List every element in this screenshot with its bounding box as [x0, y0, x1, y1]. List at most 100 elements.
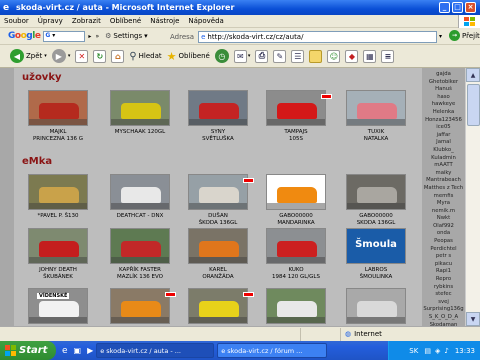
task-button-auta[interactable]: e skoda-virt.cz / auta - ... — [96, 343, 215, 358]
refresh-button[interactable]: ↻ — [93, 49, 107, 63]
user-link[interactable]: Myra — [422, 200, 465, 208]
menu-zobrazit[interactable]: Zobrazit — [72, 17, 101, 25]
user-link[interactable]: petr s — [422, 253, 465, 261]
car-photo[interactable]: VÍDENSKÉ — [28, 288, 88, 324]
user-link[interactable]: Klubko_ — [422, 147, 465, 155]
car-card[interactable]: DEATHCAT - DNX — [102, 174, 178, 220]
car-card[interactable]: DUŠAN ŠKODA 136GL — [180, 174, 256, 227]
user-link[interactable]: Hanuš — [422, 86, 465, 94]
car-card[interactable]: TUXIK NATALKA — [338, 90, 414, 143]
security-shield-icon[interactable]: ◈ — [435, 347, 440, 355]
user-link[interactable]: Perdichtel — [422, 246, 465, 254]
owner-name[interactable]: TUXIK — [338, 129, 414, 136]
car-name[interactable]: ŠKODA 136GL — [180, 220, 256, 227]
user-link[interactable]: Nwkt — [422, 215, 465, 223]
scroll-thumb[interactable] — [467, 84, 480, 126]
car-name[interactable]: NATALKA — [338, 136, 414, 143]
tools-button[interactable]: ▦ — [363, 49, 377, 63]
quicklaunch-desktop-icon[interactable]: ▣ — [74, 346, 82, 355]
car-card[interactable]: VÍDENSKÉ — [20, 288, 96, 324]
car-photo[interactable] — [346, 288, 406, 324]
user-link[interactable]: maiky — [422, 170, 465, 178]
user-link[interactable]: Surprising136g — [422, 306, 465, 314]
volume-icon[interactable]: ♪ — [444, 347, 448, 355]
settings-button[interactable]: ⚙ Settings ▾ — [105, 32, 148, 40]
owner-name[interactable]: DUŠAN — [180, 213, 256, 220]
car-card[interactable] — [338, 288, 414, 324]
research-button[interactable]: ◆ — [345, 49, 359, 63]
car-card[interactable] — [102, 288, 178, 324]
user-link[interactable]: Helenka — [422, 109, 465, 117]
car-photo[interactable] — [346, 90, 406, 126]
car-photo[interactable] — [266, 174, 326, 210]
history-button[interactable]: ◷ — [214, 49, 229, 63]
car-name[interactable]: ŠKUBÁNEK — [20, 274, 96, 281]
car-photo[interactable]: Šmoula — [346, 228, 406, 264]
menu-oblibene[interactable]: Oblíbené — [110, 17, 141, 25]
car-card[interactable]: MAJKL PRINCEZNA 136 G — [20, 90, 96, 143]
scroll-down-arrow-icon[interactable]: ▼ — [466, 312, 480, 326]
user-link[interactable]: Š_K_O_D_A — [422, 314, 465, 322]
car-photo[interactable] — [28, 228, 88, 264]
language-indicator[interactable]: SK — [409, 347, 418, 355]
quicklaunch-ie-icon[interactable]: e — [62, 346, 68, 356]
home-button[interactable]: ⌂ — [111, 49, 125, 63]
go-button[interactable]: → Přejít — [449, 30, 480, 41]
car-card[interactable] — [180, 288, 256, 324]
owner-name[interactable]: SYNY — [180, 129, 256, 136]
car-photo[interactable] — [188, 90, 248, 126]
car-name[interactable]: ŠMOULINKA — [338, 274, 414, 281]
user-link[interactable]: Jamal — [422, 139, 465, 147]
forward-button[interactable]: ▶ ▾ — [51, 49, 70, 63]
car-photo[interactable] — [346, 174, 406, 210]
user-link[interactable]: memfis — [422, 193, 465, 201]
owner-name[interactable]: MAJKL — [20, 129, 96, 136]
start-button[interactable]: Start — [0, 341, 56, 360]
car-name[interactable]: ORANŽÁDA — [180, 274, 256, 281]
car-card[interactable]: KAREL ORANŽÁDA — [180, 228, 256, 281]
user-link[interactable]: onda — [422, 230, 465, 238]
owner-name[interactable]: KAREL — [180, 267, 256, 274]
menu-napoveda[interactable]: Nápověda — [188, 17, 223, 25]
user-link[interactable]: svej — [422, 299, 465, 307]
user-link[interactable]: Honza123456 — [422, 117, 465, 125]
car-card[interactable]: MYSCHAAK 120GL — [102, 90, 178, 136]
car-card[interactable]: KAPŘÍK FASTER MAZLÍK 136 EVO — [102, 228, 178, 281]
car-photo[interactable] — [110, 174, 170, 210]
menu-soubor[interactable]: Soubor — [4, 17, 29, 25]
user-link[interactable]: pikacu — [422, 261, 465, 269]
car-card[interactable]: SYNY SVĚTLUŠKA — [180, 90, 256, 143]
minimize-button[interactable]: _ — [439, 2, 450, 13]
owner-name[interactable]: KUKO — [258, 267, 334, 274]
folder-button[interactable] — [309, 49, 323, 63]
discuss-button[interactable]: ☰ — [291, 49, 305, 63]
user-link[interactable]: gajda — [422, 71, 465, 79]
owner-name[interactable]: *PAVEL P. Š130 — [20, 213, 96, 220]
google-search-input[interactable]: G ▾ — [43, 30, 86, 42]
car-card[interactable] — [258, 288, 334, 324]
owner-name[interactable]: DEATHCAT - DNX — [102, 213, 178, 220]
car-name[interactable]: SVĚTLUŠKA — [180, 136, 256, 143]
user-link[interactable]: mAATT — [422, 162, 465, 170]
google-search-go-icon[interactable]: ▸ — [88, 33, 91, 40]
car-photo[interactable] — [266, 90, 326, 126]
clock[interactable]: 13:33 — [455, 347, 475, 355]
task-button-forum[interactable]: e skoda-virt.cz / fórum ... — [217, 343, 328, 358]
maximize-button[interactable]: □ — [452, 2, 463, 13]
owner-name[interactable]: LABROS — [338, 267, 414, 274]
quicklaunch-media-icon[interactable]: ▶ — [87, 346, 93, 355]
car-card[interactable]: Šmoula LABROS ŠMOULINKA — [338, 228, 414, 281]
car-name[interactable]: SKODA 136GL — [338, 220, 414, 227]
mail-button[interactable]: ✉ ▾ — [233, 49, 250, 63]
vertical-scrollbar[interactable]: ▲ ▼ — [465, 68, 480, 326]
user-link[interactable]: haso — [422, 94, 465, 102]
messenger-button[interactable]: ☺ — [327, 49, 341, 63]
user-link[interactable]: Mantrabeach — [422, 177, 465, 185]
car-photo[interactable] — [266, 228, 326, 264]
owner-name[interactable]: GABO00000 — [258, 213, 334, 220]
car-photo[interactable] — [110, 288, 170, 324]
car-name[interactable]: MANDARINKA — [258, 220, 334, 227]
owner-name[interactable]: GABO00000 — [338, 213, 414, 220]
car-name[interactable]: 105S — [258, 136, 334, 143]
car-name[interactable]: PRINCEZNA 136 G — [20, 136, 96, 143]
